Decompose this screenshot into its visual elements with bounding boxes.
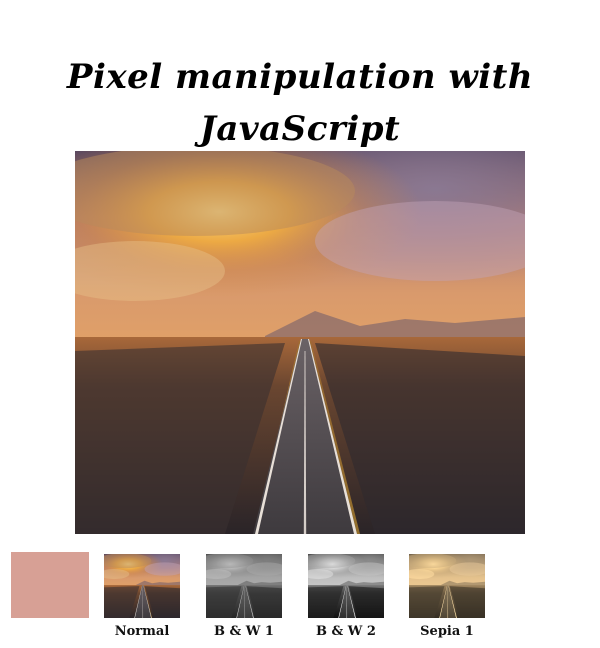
filter-label: B & W 1 bbox=[214, 624, 274, 639]
thumbnail-image bbox=[409, 554, 485, 618]
filter-thumbnail-b-w-1[interactable] bbox=[206, 554, 282, 618]
filter-thumbnail-normal[interactable] bbox=[104, 554, 180, 618]
road-landscape-image[interactable] bbox=[75, 151, 525, 534]
thumbnail-image bbox=[104, 554, 180, 618]
color-swatch bbox=[11, 552, 89, 618]
page-title: Pixel manipulation with JavaScript bbox=[0, 51, 600, 155]
thumbnail-image bbox=[308, 554, 384, 618]
filter-thumbnail-sepia-1[interactable] bbox=[409, 554, 485, 618]
page-title-line-2: JavaScript bbox=[199, 108, 401, 149]
filter-thumbnail-b-w-2[interactable] bbox=[308, 554, 384, 618]
filter-label: Normal bbox=[114, 624, 170, 639]
filter-label: B & W 2 bbox=[316, 624, 376, 639]
page-title-line-1: Pixel manipulation with bbox=[66, 56, 534, 97]
thumbnail-image bbox=[206, 554, 282, 618]
filter-label: Sepia 1 bbox=[420, 624, 474, 639]
